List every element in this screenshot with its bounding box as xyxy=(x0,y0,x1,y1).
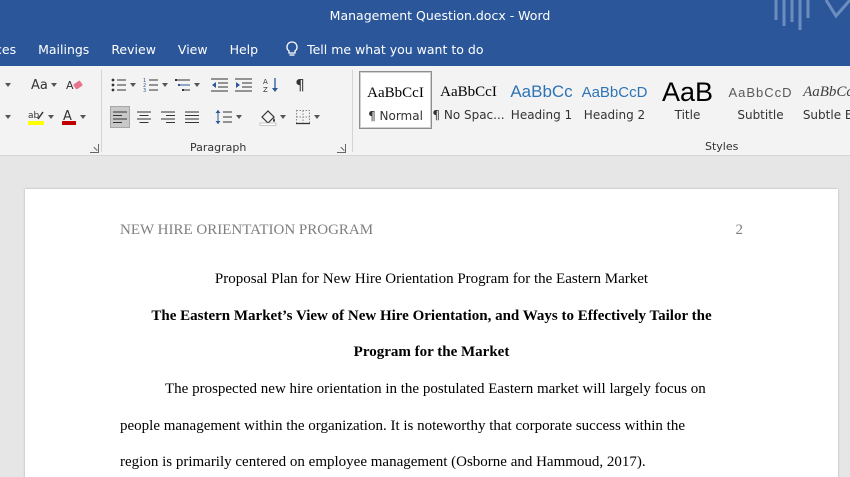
eraser-icon: A xyxy=(66,79,83,92)
style-name: ¶ No Spac... xyxy=(432,108,505,122)
sort-az-icon: A Z xyxy=(263,78,278,94)
style-title[interactable]: AaB Title xyxy=(651,71,724,129)
document-page[interactable]: NEW HIRE ORIENTATION PROGRAM 2 Proposal … xyxy=(25,189,838,477)
style-sample: AaBbCcD xyxy=(728,84,793,100)
menu-view-tab[interactable]: View xyxy=(167,42,219,57)
styles-group-label: Styles xyxy=(705,140,739,153)
body-text-line: people management within the organizatio… xyxy=(120,418,685,434)
clear-formatting-button[interactable]: A xyxy=(65,74,85,96)
svg-text:A: A xyxy=(66,79,74,92)
style-name: Heading 2 xyxy=(583,108,646,122)
section-heading-line-1: The Eastern Market’s View of New Hire Or… xyxy=(151,308,712,324)
document-canvas[interactable]: NEW HIRE ORIENTATION PROGRAM 2 Proposal … xyxy=(0,157,850,477)
svg-text:3: 3 xyxy=(143,88,146,93)
title-bar: Management Question.docx - Word ces Mail… xyxy=(0,0,850,66)
tell-me-label: Tell me what you want to do xyxy=(307,41,484,57)
style-name: ¶ Normal xyxy=(368,109,423,123)
highlight-color-button[interactable]: ab xyxy=(26,106,60,128)
change-case-button[interactable]: Aa xyxy=(30,74,63,96)
style-heading-1[interactable]: AaBbCc Heading 1 xyxy=(505,71,578,129)
style-sample: AaBbCcD xyxy=(803,83,850,100)
style-sample: AaBbCcD xyxy=(581,83,648,101)
lightbulb-icon xyxy=(286,41,298,56)
numbered-list-icon: 1 2 3 xyxy=(143,78,158,93)
body-text-line: The prospected new hire orientation in t… xyxy=(165,381,706,397)
paragraph-group: 1 2 3 A Z ¶ Paragraph xyxy=(102,66,352,155)
paragraph-group-label: Paragraph xyxy=(190,141,247,154)
justify-icon xyxy=(185,111,199,123)
menu-bar: ces Mailings Review View Help Tell me wh… xyxy=(0,37,483,61)
style-sample: AaBbCcI xyxy=(440,83,497,100)
body-text-line: region is primarily centered on employee… xyxy=(120,454,646,470)
style-subtitle[interactable]: AaBbCcD Subtitle xyxy=(724,71,797,129)
align-left-icon xyxy=(113,111,127,123)
section-heading-line-2: Program for the Market xyxy=(353,344,510,360)
align-center-icon xyxy=(137,111,151,123)
style-normal[interactable]: AaBbCcI ¶ Normal xyxy=(359,71,432,129)
multilevel-list-icon xyxy=(175,79,190,91)
style-subtle-emphasis[interactable]: AaBbCcD Subtle Em xyxy=(797,71,850,129)
font-dialog-launcher-icon[interactable] xyxy=(90,144,99,153)
svg-text:ab: ab xyxy=(28,111,40,121)
style-sample: AaBbCc xyxy=(510,82,573,101)
numbering-button[interactable]: 1 2 3 xyxy=(142,74,174,96)
svg-text:Z: Z xyxy=(263,86,268,94)
align-right-button[interactable] xyxy=(158,106,178,128)
ribbon-separator xyxy=(352,70,353,152)
style-no-spacing[interactable]: AaBbCcI ¶ No Spac... xyxy=(432,71,505,129)
style-name: Heading 1 xyxy=(510,108,573,122)
sort-button[interactable]: A Z xyxy=(262,74,282,96)
justify-button[interactable] xyxy=(182,106,202,128)
ribbon: Aa A ab A 1 2 3 A Z ¶ Paragraph AaBbCcI … xyxy=(0,66,850,156)
grow-font-caret-button[interactable] xyxy=(0,74,20,96)
style-name: Subtle Em xyxy=(802,108,850,122)
document-title: Proposal Plan for New Hire Orientation P… xyxy=(214,271,649,287)
increase-indent-icon xyxy=(235,78,252,92)
font-group: Aa A ab A xyxy=(0,66,100,155)
line-spacing-button[interactable] xyxy=(214,106,248,128)
style-name: Subtitle xyxy=(737,108,784,122)
title-bar-pattern-icon xyxy=(774,0,850,30)
borders-button[interactable] xyxy=(294,106,326,128)
style-sample: AaB xyxy=(661,76,714,107)
window-title: Management Question.docx - Word xyxy=(329,8,551,23)
pilcrow-icon: ¶ xyxy=(295,76,305,94)
bullet-list-icon xyxy=(111,78,126,92)
style-name: Title xyxy=(674,108,701,122)
align-right-icon xyxy=(161,111,175,123)
align-center-button[interactable] xyxy=(134,106,154,128)
menu-help-tab[interactable]: Help xyxy=(219,42,270,57)
highlighter-icon: ab xyxy=(28,111,44,125)
style-heading-2[interactable]: AaBbCcD Heading 2 xyxy=(578,71,651,129)
menu-mailings-tab[interactable]: Mailings xyxy=(27,42,100,57)
page-number: 2 xyxy=(735,222,744,238)
styles-gallery: AaBbCcI ¶ Normal AaBbCcI ¶ No Spac... Aa… xyxy=(359,71,850,129)
font-color-icon: A xyxy=(62,109,76,125)
multilevel-list-button[interactable] xyxy=(174,74,206,96)
change-case-label: Aa xyxy=(31,77,48,93)
decrease-indent-icon xyxy=(211,78,228,92)
text-effects-caret-button[interactable] xyxy=(0,106,20,128)
menu-references-tab[interactable]: ces xyxy=(0,42,27,57)
tell-me-search[interactable]: Tell me what you want to do xyxy=(269,41,483,57)
shading-button[interactable] xyxy=(258,106,292,128)
decrease-indent-button[interactable] xyxy=(210,74,230,96)
style-sample: AaBbCcI xyxy=(367,84,424,101)
paint-bucket-icon xyxy=(259,110,277,126)
increase-indent-button[interactable] xyxy=(234,74,254,96)
menu-review-tab[interactable]: Review xyxy=(100,42,167,57)
align-left-button[interactable] xyxy=(110,106,130,128)
running-head: NEW HIRE ORIENTATION PROGRAM xyxy=(120,222,374,238)
show-formatting-marks-button[interactable]: ¶ xyxy=(290,74,310,96)
paragraph-dialog-launcher-icon[interactable] xyxy=(337,144,346,153)
borders-icon xyxy=(296,110,310,125)
bullets-button[interactable] xyxy=(110,74,142,96)
font-color-button[interactable]: A xyxy=(60,106,92,128)
svg-text:A: A xyxy=(263,78,268,86)
line-spacing-icon xyxy=(215,110,232,124)
